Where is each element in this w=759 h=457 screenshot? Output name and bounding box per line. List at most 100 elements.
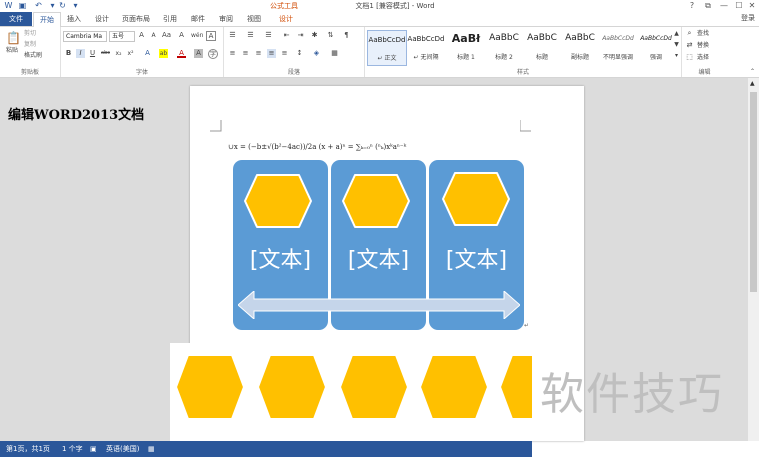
- help-button[interactable]: ?: [684, 0, 700, 12]
- select-button[interactable]: 选择: [697, 54, 709, 62]
- style-emphasis[interactable]: AaBbCcDd 强调: [637, 30, 675, 64]
- collapse-ribbon-icon[interactable]: ⌃: [748, 67, 757, 76]
- hexagon-shape[interactable]: [256, 351, 328, 423]
- clipboard-group-label: 剪贴板: [20, 69, 39, 76]
- multilevel-list-icon[interactable]: ☰: [264, 31, 273, 40]
- scroll-thumb[interactable]: [750, 92, 757, 292]
- find-button[interactable]: 查找: [697, 30, 709, 38]
- hexagon-shape[interactable]: [174, 351, 246, 423]
- font-size-select[interactable]: 五号: [109, 31, 135, 42]
- copy-button[interactable]: 复制: [24, 41, 36, 49]
- align-left-icon[interactable]: ≡: [228, 49, 237, 58]
- styles-scroll-up-icon[interactable]: ▲: [672, 29, 681, 38]
- tab-review[interactable]: 审阅: [214, 12, 238, 26]
- clear-format-icon[interactable]: A: [177, 31, 186, 40]
- font-name-select[interactable]: Cambria Ma: [63, 31, 107, 42]
- distributed-icon[interactable]: ≡: [280, 49, 289, 58]
- equation[interactable]: ∪x = (−b±√(b²−4ac))/2a (x + a)ⁿ = ∑ₖ₌₀ⁿ …: [228, 137, 528, 157]
- replace-icon[interactable]: ⇄: [685, 41, 694, 50]
- replace-button[interactable]: 替换: [697, 42, 709, 50]
- panel-text[interactable]: [文本]: [331, 242, 426, 274]
- word-app-icon[interactable]: W: [3, 1, 14, 11]
- undo-icon[interactable]: ↶: [33, 1, 44, 11]
- hexagon-shape[interactable]: [243, 172, 313, 230]
- style-title[interactable]: AaBbC 标题: [523, 30, 561, 64]
- styles-scroll-down-icon[interactable]: ▼: [672, 40, 681, 49]
- tab-page-layout[interactable]: 页面布局: [118, 12, 154, 26]
- tab-file[interactable]: 文件: [0, 12, 32, 26]
- hexagon-shape[interactable]: [498, 351, 532, 423]
- sign-in-link[interactable]: 登录: [741, 13, 755, 23]
- styles-more-icon[interactable]: ▾: [672, 51, 681, 60]
- format-painter-button[interactable]: 格式刷: [24, 52, 42, 60]
- ribbon-display-options-button[interactable]: ⧉: [700, 0, 716, 12]
- language-indicator[interactable]: 英语(美国): [106, 441, 139, 457]
- tab-home[interactable]: 开始: [33, 12, 61, 28]
- line-spacing-icon[interactable]: ↕: [295, 49, 304, 58]
- chinese-layout-icon[interactable]: ✱: [310, 31, 319, 40]
- find-icon[interactable]: ⌕: [685, 29, 694, 38]
- align-right-icon[interactable]: ≡: [254, 49, 263, 58]
- tab-mailings[interactable]: 邮件: [186, 12, 210, 26]
- hexagon-shape[interactable]: [441, 170, 511, 228]
- style-no-spacing[interactable]: AaBbCcDd ↵ 无间隔: [407, 30, 445, 64]
- style-heading-1[interactable]: AaBł 标题 1: [447, 30, 485, 64]
- borders-icon[interactable]: ▦: [330, 49, 339, 58]
- char-shading-icon[interactable]: A: [194, 49, 203, 58]
- paste-button[interactable]: 粘贴: [6, 47, 18, 55]
- show-marks-icon[interactable]: ¶: [342, 31, 351, 40]
- panel-text[interactable]: [文本]: [233, 242, 328, 274]
- select-icon[interactable]: ⬚: [685, 53, 694, 62]
- font-color-button[interactable]: A: [177, 49, 186, 58]
- strikethrough-button[interactable]: abc: [101, 49, 110, 58]
- char-border-icon[interactable]: A: [206, 31, 216, 41]
- align-center-icon[interactable]: ≡: [241, 49, 250, 58]
- customize-qat-icon[interactable]: ▾: [70, 1, 81, 11]
- minimize-button[interactable]: —: [716, 0, 732, 12]
- vertical-scrollbar[interactable]: ▲: [748, 78, 759, 441]
- decrease-indent-icon[interactable]: ⇤: [282, 31, 291, 40]
- save-icon[interactable]: ▣: [17, 1, 28, 11]
- hexagon-shape[interactable]: [341, 172, 411, 230]
- shrink-font-icon[interactable]: A: [149, 31, 158, 40]
- macro-record-icon[interactable]: ▦: [148, 441, 155, 457]
- cut-button[interactable]: 剪切: [24, 30, 36, 38]
- style-heading-2[interactable]: AaBbC 标题 2: [485, 30, 523, 64]
- tab-equation-design[interactable]: 设计: [272, 12, 300, 26]
- page-count[interactable]: 第1页，共1页: [6, 441, 50, 457]
- hexagon-shape[interactable]: [418, 351, 490, 423]
- shading-icon[interactable]: ◈: [312, 49, 321, 58]
- grow-font-icon[interactable]: A: [137, 31, 146, 40]
- style-subtle-emphasis[interactable]: AaBbCcDd 不明显强调: [599, 30, 637, 64]
- italic-button[interactable]: I: [76, 49, 85, 58]
- enclose-char-icon[interactable]: 字: [208, 49, 218, 59]
- highlight-color-button[interactable]: ab: [159, 49, 168, 58]
- increase-indent-icon[interactable]: ⇥: [296, 31, 305, 40]
- hexagon-shape[interactable]: [338, 351, 410, 423]
- tab-view[interactable]: 视图: [242, 12, 266, 26]
- change-case-icon[interactable]: Aa: [162, 31, 171, 40]
- underline-button[interactable]: U: [88, 49, 97, 58]
- scroll-up-icon[interactable]: ▲: [750, 80, 755, 87]
- subscript-button[interactable]: x₂: [114, 49, 123, 58]
- proofing-icon[interactable]: ▣: [90, 441, 97, 457]
- tab-design[interactable]: 设计: [90, 12, 114, 26]
- style-normal[interactable]: AaBbCcDd ↵ 正文: [367, 30, 407, 66]
- panel-text[interactable]: [文本]: [429, 242, 524, 274]
- justify-icon[interactable]: ≡: [267, 49, 276, 58]
- text-effects-icon[interactable]: A: [143, 49, 152, 58]
- redo-icon[interactable]: ↻: [57, 1, 68, 11]
- style-subtitle[interactable]: AaBbC 副标题: [561, 30, 599, 64]
- bullets-icon[interactable]: ☰: [228, 31, 237, 40]
- double-arrow-shape[interactable]: [238, 291, 520, 319]
- paste-icon[interactable]: 📋: [6, 31, 21, 45]
- tab-references[interactable]: 引用: [158, 12, 182, 26]
- word-count[interactable]: 1 个字: [62, 441, 83, 457]
- tab-insert[interactable]: 插入: [62, 12, 86, 26]
- phonetic-guide-icon[interactable]: wén: [191, 31, 203, 40]
- close-button[interactable]: ✕: [744, 0, 759, 12]
- bold-button[interactable]: B: [64, 49, 73, 58]
- sort-icon[interactable]: ⇅: [326, 31, 335, 40]
- numbering-icon[interactable]: ☰: [246, 31, 255, 40]
- superscript-button[interactable]: x²: [126, 49, 135, 58]
